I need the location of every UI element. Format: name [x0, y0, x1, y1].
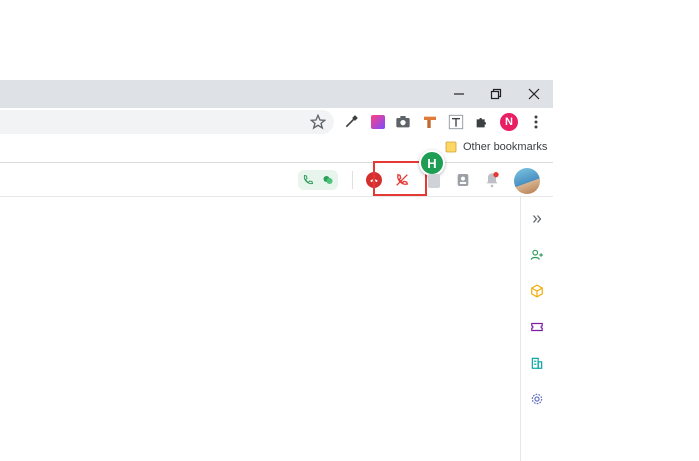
chrome-menu-button[interactable]	[526, 112, 546, 132]
star-icon	[310, 114, 326, 130]
bell-icon	[486, 172, 499, 188]
cube-icon	[531, 284, 543, 298]
text-format-extension[interactable]	[446, 112, 466, 132]
restore-icon	[490, 88, 502, 100]
ticket-icon	[531, 322, 543, 332]
notifications-button[interactable]	[484, 171, 500, 194]
sidebar-item-building[interactable]	[527, 353, 547, 373]
user-photo-avatar[interactable]	[514, 168, 540, 194]
profile-avatar[interactable]: N	[500, 113, 518, 131]
folder-icon	[445, 141, 457, 153]
grey-tile-icon[interactable]	[428, 174, 440, 188]
gradient-extension[interactable]	[368, 112, 388, 132]
other-bookmarks[interactable]: Other bookmarks	[445, 141, 547, 153]
pipe-extension[interactable]	[420, 112, 440, 132]
eyedropper-icon	[345, 115, 358, 128]
contacts-icon	[530, 249, 543, 260]
chat-bubbles-icon[interactable]	[322, 174, 334, 186]
eyedropper-extension[interactable]	[341, 112, 361, 132]
minimize-icon	[454, 93, 464, 95]
toolbar-divider	[352, 171, 353, 189]
bookmark-star-button[interactable]	[308, 112, 328, 132]
puzzle-icon	[476, 118, 486, 128]
other-bookmarks-label: Other bookmarks	[463, 141, 548, 153]
address-bar[interactable]	[0, 110, 334, 134]
phone-call-icon[interactable]	[302, 174, 314, 186]
expand-icon	[533, 215, 542, 223]
pipe-icon	[424, 116, 436, 128]
sidebar-expand-button[interactable]	[527, 209, 547, 229]
mute-call-button[interactable]	[394, 172, 410, 193]
gradient-icon	[371, 115, 385, 129]
sidebar-item-cube[interactable]	[527, 281, 547, 301]
sidebar-item-ticket[interactable]	[527, 317, 547, 337]
sidebar-item-settings[interactable]	[527, 389, 547, 409]
settings-icon	[531, 393, 543, 405]
text-format-icon	[448, 114, 464, 130]
camera-extension[interactable]	[393, 112, 413, 132]
close-button[interactable]	[516, 82, 552, 106]
close-icon	[528, 88, 540, 100]
restore-button[interactable]	[478, 82, 514, 106]
extensions-button[interactable]	[472, 112, 492, 132]
minimize-button[interactable]	[441, 82, 477, 106]
user-avatar-h[interactable]: H	[419, 150, 445, 176]
more-vert-icon	[534, 115, 538, 129]
contact-card-button[interactable]	[455, 172, 471, 193]
call-controls	[298, 170, 338, 190]
contact-card-icon	[457, 174, 469, 186]
camera-icon	[396, 116, 410, 128]
main-content	[0, 197, 521, 461]
sidebar-item-contacts[interactable]	[527, 245, 547, 265]
building-icon	[531, 357, 543, 369]
call-off-icon	[396, 173, 409, 186]
